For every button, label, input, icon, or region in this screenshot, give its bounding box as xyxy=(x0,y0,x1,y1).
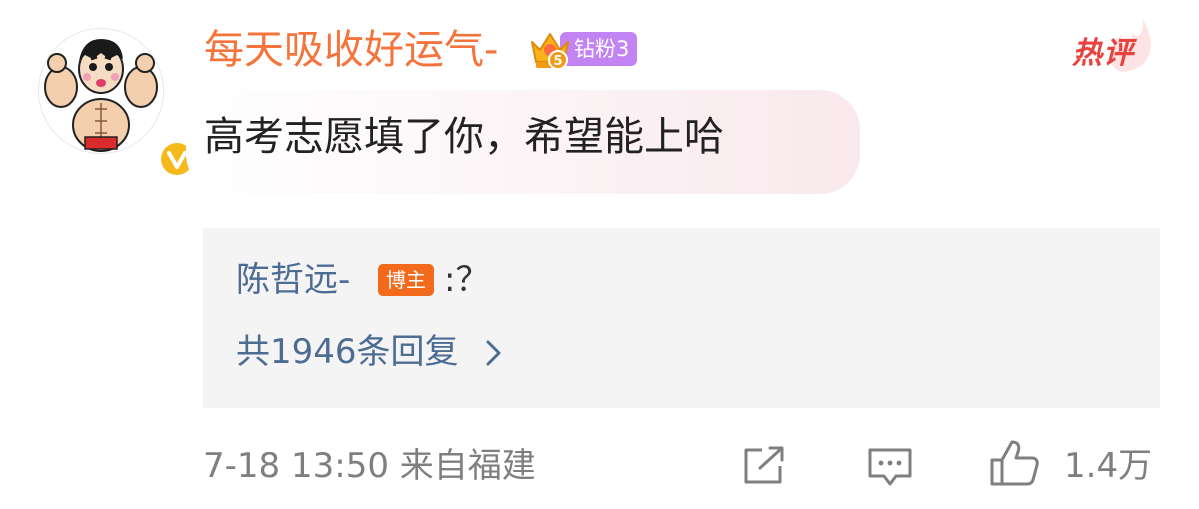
comment-text: 高考志愿填了你，希望能上哈 xyxy=(204,114,724,160)
avatar-art xyxy=(44,39,158,152)
thumbs-up-icon[interactable] xyxy=(988,438,1040,488)
reply-count-link[interactable]: 共1946条回复 xyxy=(236,330,459,374)
hot-comment-tag: 热评 xyxy=(1062,14,1158,74)
like-count: 1.4万 xyxy=(1064,446,1153,486)
crown-level: 5 xyxy=(553,54,562,69)
chevron-right-icon[interactable] xyxy=(484,338,504,368)
share-icon[interactable] xyxy=(740,444,788,488)
comment-meta: 7-18 13:50 来自福建 xyxy=(203,446,536,486)
crown-icon: 5 xyxy=(531,33,569,70)
hot-comment-label: 热评 xyxy=(1072,36,1134,71)
comment-username[interactable]: 每天吸收好运气- xyxy=(204,26,498,74)
blogger-tag: 博主 xyxy=(378,264,434,296)
reply-preview-box[interactable] xyxy=(203,228,1160,408)
comment-icon[interactable] xyxy=(866,444,914,488)
reply-author[interactable]: 陈哲远- xyxy=(236,258,350,302)
reply-text: :？ xyxy=(444,260,490,300)
avatar[interactable] xyxy=(38,28,197,179)
